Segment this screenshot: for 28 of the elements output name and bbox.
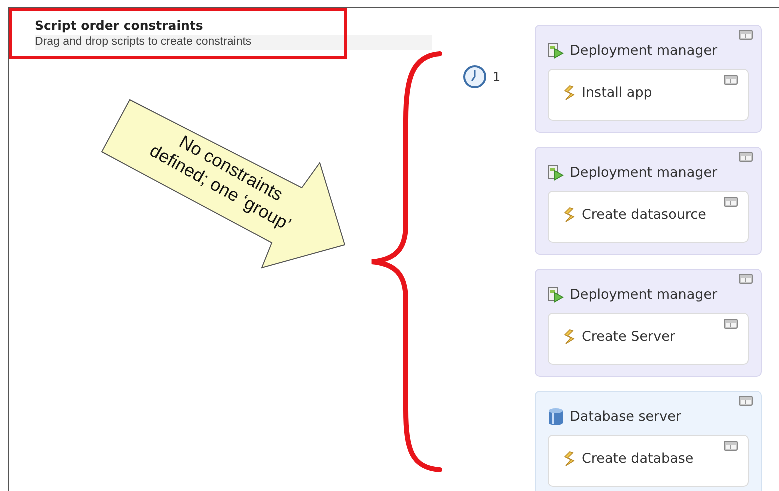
group-name: Database server: [570, 408, 682, 427]
script-card[interactable]: Create database: [548, 435, 749, 487]
panel-icon[interactable]: [724, 441, 738, 451]
document-play-icon: [548, 43, 564, 59]
panel-icon[interactable]: [739, 396, 753, 406]
script-name: Create datasource: [582, 206, 706, 225]
panel-title: Script order constraints: [35, 18, 204, 34]
panel-icon[interactable]: [724, 319, 738, 329]
group-name: Deployment manager: [570, 42, 718, 61]
document-play-icon: [548, 165, 564, 181]
group-name: Deployment manager: [570, 164, 718, 183]
group-name: Deployment manager: [570, 286, 718, 305]
panel-icon[interactable]: [724, 75, 738, 85]
panel-icon[interactable]: [739, 274, 753, 284]
clock-icon: [463, 65, 487, 89]
panel-subtitle: Drag and drop scripts to create constraints: [35, 35, 432, 50]
script-name: Create database: [582, 450, 694, 469]
panel-icon[interactable]: [724, 197, 738, 207]
panel-icon[interactable]: [739, 152, 753, 162]
document-play-icon: [548, 287, 564, 303]
script-card[interactable]: Create Server: [548, 313, 749, 365]
script-name: Install app: [582, 84, 652, 103]
database-icon: [548, 408, 564, 426]
panel-icon[interactable]: [739, 30, 753, 40]
script-card[interactable]: Create datasource: [548, 191, 749, 243]
script-name: Create Server: [582, 328, 676, 347]
group-number: 1: [493, 69, 501, 86]
script-card[interactable]: Install app: [548, 69, 749, 121]
